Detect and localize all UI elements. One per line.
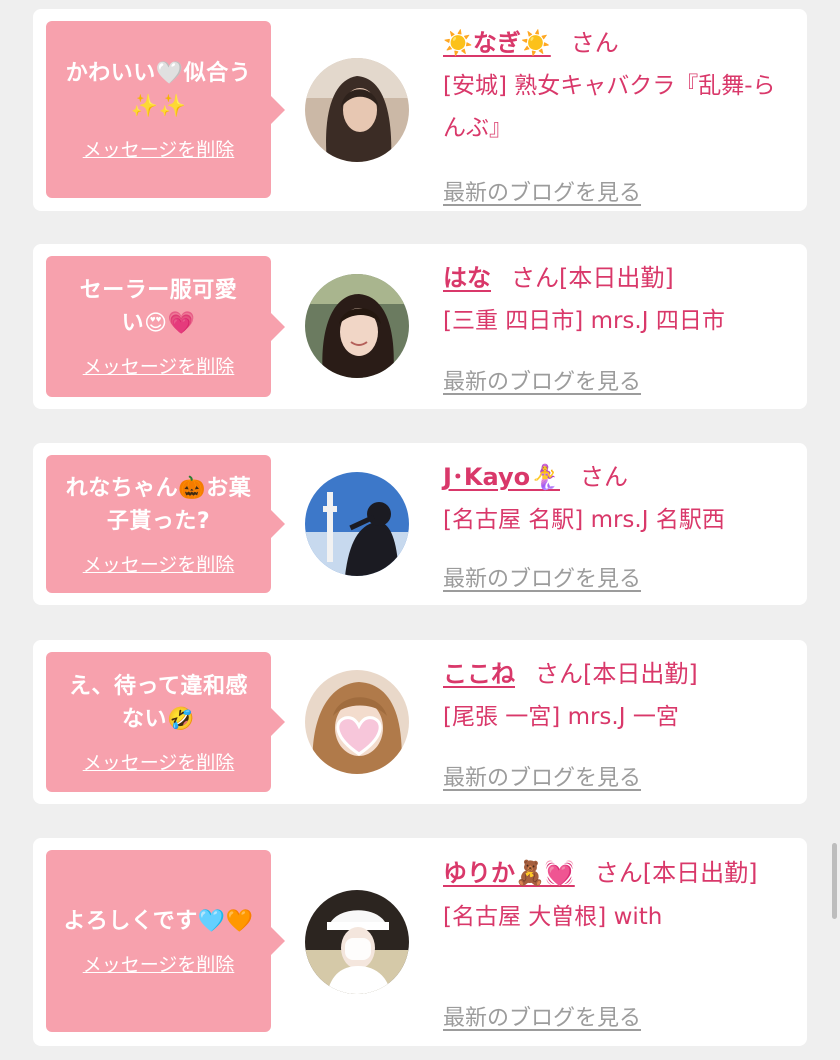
cast-name-line: J･Kayo🧜‍♀️ さん	[443, 457, 793, 497]
honorific: さん[本日出勤]	[511, 264, 674, 292]
avatar[interactable]	[305, 890, 409, 994]
cast-info: ここね さん[本日出勤] [尾張 一宮] mrs.J 一宮 最新のブログを見る	[443, 654, 793, 796]
latest-blog-link[interactable]: 最新のブログを見る	[443, 561, 641, 593]
shop-name: [安城] 熟女キャバクラ『乱舞-らんぶ』	[443, 73, 776, 141]
cast-name-line: ゆりか🧸💓 さん[本日出勤]	[443, 852, 793, 894]
cast-name-link[interactable]: ここね	[443, 660, 515, 688]
message-card: れなちゃん🎃お菓子貰った? メッセージを削除 J･Kayo🧜‍♀️ さん [名古屋…	[33, 443, 807, 605]
tower-silhouette-icon	[305, 472, 409, 576]
cast-info: ☀️なぎ☀️ さん [安城] 熟女キャバクラ『乱舞-らんぶ』 最新のブログを見る	[443, 23, 793, 206]
message-bubble: れなちゃん🎃お菓子貰った? メッセージを削除	[46, 455, 285, 593]
avatar[interactable]	[305, 274, 409, 378]
delete-message-link[interactable]: メッセージを削除	[83, 748, 235, 775]
message-bubble: セーラー服可愛い😍💗 メッセージを削除	[46, 256, 285, 397]
cast-name-line: ここね さん[本日出勤]	[443, 654, 793, 694]
delete-message-link[interactable]: メッセージを削除	[83, 950, 235, 977]
delete-message-link[interactable]: メッセージを削除	[83, 135, 235, 162]
message-text: セーラー服可愛い😍💗	[79, 278, 238, 336]
cast-info: J･Kayo🧜‍♀️ さん [名古屋 名駅] mrs.J 名駅西 最新のブログを見…	[443, 457, 793, 597]
delete-message-link[interactable]: メッセージを削除	[83, 550, 235, 577]
message-bubble: よろしくです🩵🧡 メッセージを削除	[46, 850, 285, 1032]
message-bubble: かわいい🤍似合う✨✨ メッセージを削除	[46, 21, 285, 198]
latest-blog-link[interactable]: 最新のブログを見る	[443, 760, 641, 792]
cast-name-link[interactable]: はな	[443, 264, 491, 292]
message-text: よろしくです🩵🧡	[63, 909, 254, 934]
nurse-cap-icon	[305, 890, 409, 994]
cast-name-link[interactable]: ☀️なぎ☀️	[443, 29, 551, 57]
shop-name: [三重 四日市] mrs.J 四日市	[443, 308, 725, 334]
long-hair-woman-icon	[305, 58, 409, 162]
honorific: さん[本日出勤]	[594, 859, 758, 887]
cast-info: はな さん[本日出勤] [三重 四日市] mrs.J 四日市 最新のブログを見る	[443, 258, 793, 403]
avatar[interactable]	[305, 472, 409, 576]
shop-name: [名古屋 名駅] mrs.J 名駅西	[443, 507, 725, 533]
smiling-woman-icon	[305, 274, 409, 378]
latest-blog-link[interactable]: 最新のブログを見る	[443, 1000, 641, 1032]
cast-name-link[interactable]: ゆりか🧸💓	[443, 859, 575, 887]
message-card: よろしくです🩵🧡 メッセージを削除 ゆりか🧸💓 さん[本日出勤] [名古屋 大曽根…	[33, 838, 807, 1046]
shop-name: [尾張 一宮] mrs.J 一宮	[443, 704, 679, 730]
message-text: れなちゃん🎃お菓子貰った?	[65, 475, 252, 534]
cast-info: ゆりか🧸💓 さん[本日出勤] [名古屋 大曽根] with 最新のブログを見る	[443, 852, 793, 1038]
latest-blog-link[interactable]: 最新のブログを見る	[443, 364, 641, 396]
avatar[interactable]	[305, 58, 409, 162]
heart-sticker-icon	[305, 670, 409, 774]
cast-name-link[interactable]: J･Kayo🧜‍♀️	[443, 463, 560, 491]
shop-name: [名古屋 大曽根] with	[443, 904, 663, 930]
latest-blog-link[interactable]: 最新のブログを見る	[443, 175, 641, 207]
message-text: え、待って違和感ない🤣	[69, 673, 248, 732]
message-card: かわいい🤍似合う✨✨ メッセージを削除 ☀️なぎ☀️ さん [安城] 熟女キャバク…	[33, 9, 807, 211]
cast-name-line: ☀️なぎ☀️ さん	[443, 23, 793, 63]
honorific: さん[本日出勤]	[535, 660, 698, 688]
delete-message-link[interactable]: メッセージを削除	[83, 352, 235, 379]
honorific: さん	[570, 29, 619, 57]
message-text: かわいい🤍似合う✨✨	[65, 61, 252, 119]
cast-name-line: はな さん[本日出勤]	[443, 258, 793, 298]
scrollbar[interactable]	[832, 843, 837, 919]
avatar[interactable]	[305, 670, 409, 774]
message-card: え、待って違和感ない🤣 メッセージを削除 ここね さん[本日出勤] [尾張 一宮]…	[33, 640, 807, 804]
message-card: セーラー服可愛い😍💗 メッセージを削除 はな さん[本日出勤] [三重 四日市] …	[33, 244, 807, 409]
honorific: さん	[580, 463, 628, 491]
message-bubble: え、待って違和感ない🤣 メッセージを削除	[46, 652, 285, 792]
